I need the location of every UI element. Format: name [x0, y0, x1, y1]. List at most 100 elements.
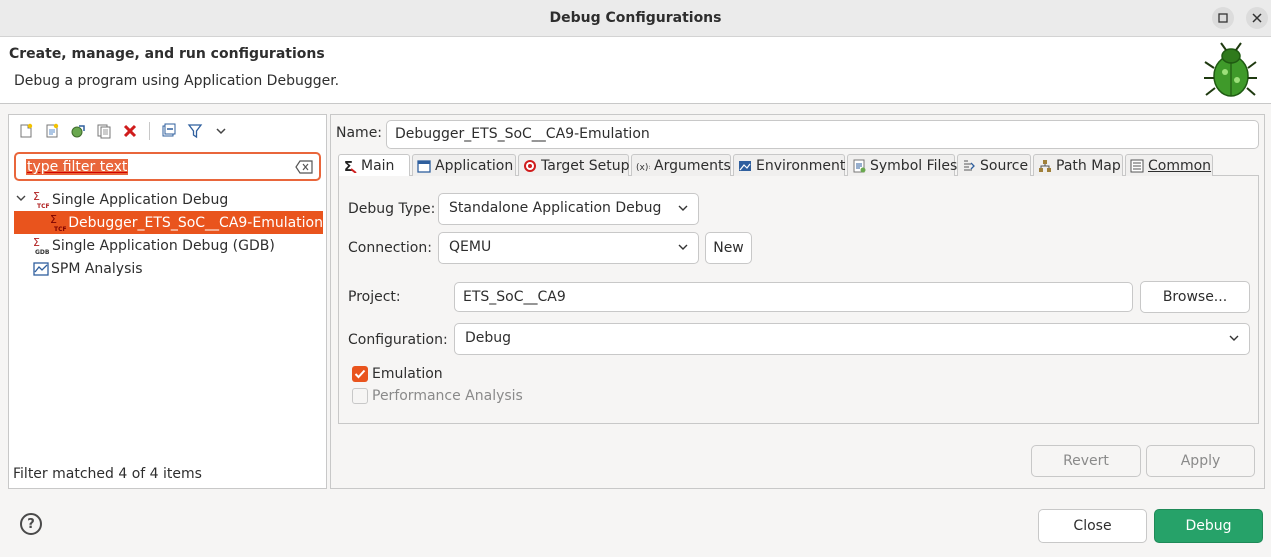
tcf-icon: Σ TCF: [50, 214, 66, 232]
tree-item-label: Debugger_ETS_SoC__CA9-Emulation: [68, 214, 323, 231]
svg-text:Σ: Σ: [344, 160, 353, 173]
name-label: Name:: [336, 125, 383, 141]
connection-select[interactable]: QEMU: [438, 232, 699, 264]
emulation-checkbox[interactable]: [352, 366, 368, 382]
arguments-icon: (x)=: [636, 159, 650, 173]
tree-item-single-application-debug[interactable]: Σ TCF Single Application Debug: [14, 188, 323, 211]
connection-value: QEMU: [449, 239, 492, 255]
new-file-icon: [20, 123, 33, 138]
configuration-label: Configuration:: [348, 332, 448, 348]
apply-button[interactable]: Apply: [1146, 445, 1255, 477]
help-button[interactable]: ?: [20, 513, 42, 535]
common-icon: [1130, 159, 1144, 173]
tab-label: Main: [361, 158, 395, 174]
configuration-tree: Σ TCF Single Application Debug Σ TCF Deb…: [14, 188, 323, 280]
tab-common[interactable]: Common: [1125, 154, 1213, 176]
new-prototype-button[interactable]: [43, 122, 61, 140]
tree-item-spm-analysis[interactable]: SPM Analysis: [14, 257, 323, 280]
tab-source[interactable]: Source: [957, 154, 1031, 176]
target-icon: [523, 159, 537, 173]
tab-main[interactable]: Σ Main: [338, 154, 410, 177]
emulation-label: Emulation: [372, 366, 443, 382]
project-field[interactable]: ETS_SoC__CA9: [454, 282, 1133, 312]
collapse-all-button[interactable]: [160, 122, 178, 140]
debug-type-select[interactable]: Standalone Application Debug: [438, 193, 699, 225]
svg-text:(x)=: (x)=: [636, 163, 650, 173]
main-icon: Σ: [343, 159, 357, 173]
environment-icon: [738, 159, 752, 173]
svg-text:Σ: Σ: [33, 191, 40, 203]
debug-bug-icon: [1204, 42, 1257, 97]
svg-text:Σ: Σ: [50, 214, 57, 226]
header-subtitle: Debug a program using Application Debugg…: [14, 73, 340, 89]
delete-button[interactable]: [121, 122, 139, 140]
checkmark-icon: [354, 369, 366, 379]
tab-label: Application: [435, 157, 514, 174]
filter-icon: [187, 124, 203, 139]
view-menu-button[interactable]: [212, 122, 230, 140]
debug-button[interactable]: Debug: [1154, 509, 1263, 543]
tab-application[interactable]: Application: [412, 154, 516, 176]
tree-toolbar: [17, 119, 230, 143]
new-connection-button[interactable]: New: [705, 232, 752, 264]
tab-path-map[interactable]: Path Map: [1033, 154, 1123, 176]
tab-label: Common: [1148, 157, 1212, 174]
title-bar: Debug Configurations: [0, 0, 1271, 37]
tab-label: Environment: [756, 157, 846, 174]
tab-arguments[interactable]: (x)= Arguments: [631, 154, 731, 176]
tab-target-setup[interactable]: Target Setup: [518, 154, 630, 176]
filter-button[interactable]: [186, 122, 204, 140]
tab-symbol-files[interactable]: Symbol Files: [847, 154, 958, 176]
name-field[interactable]: Debugger_ETS_SoC__CA9-Emulation: [386, 120, 1259, 149]
tree-item-label: Single Application Debug (GDB): [52, 237, 275, 254]
filter-input[interactable]: type filter text: [14, 152, 321, 181]
tree-item-debugger-config[interactable]: Σ TCF Debugger_ETS_SoC__CA9-Emulation: [14, 211, 323, 234]
tab-label: Arguments: [654, 157, 731, 174]
svg-text:TCF: TCF: [37, 203, 50, 209]
delete-icon: [123, 124, 137, 138]
tree-item-label: Single Application Debug: [52, 191, 229, 208]
main-tab-content: Debug Type: Standalone Application Debug…: [338, 176, 1259, 424]
export-configuration-button[interactable]: [69, 122, 87, 140]
performance-analysis-checkbox[interactable]: [352, 388, 368, 404]
dialog-header: Create, manage, and run configurations D…: [0, 37, 1271, 104]
chevron-down-icon: [216, 128, 226, 135]
configuration-editor-panel: Name: Debugger_ETS_SoC__CA9-Emulation Σ …: [330, 114, 1265, 489]
close-button[interactable]: Close: [1038, 509, 1147, 543]
export-icon: [71, 125, 85, 138]
tree-item-label: SPM Analysis: [51, 260, 143, 277]
window-title: Debug Configurations: [549, 10, 722, 26]
tab-label: Target Setup: [541, 157, 630, 174]
window-icon: [417, 159, 431, 173]
path-map-icon: [1038, 159, 1052, 173]
clear-filter-icon[interactable]: [295, 160, 313, 174]
source-icon: [962, 159, 976, 173]
duplicate-icon: [97, 124, 111, 139]
header-title: Create, manage, and run configurations: [9, 46, 325, 62]
maximize-button[interactable]: [1212, 7, 1234, 29]
collapse-all-icon: [162, 123, 176, 137]
browse-button[interactable]: Browse...: [1140, 281, 1250, 313]
svg-text:TCF: TCF: [54, 226, 66, 232]
tab-environment[interactable]: Environment: [733, 154, 845, 176]
gdb-icon: Σ GDB: [33, 237, 50, 255]
close-window-button[interactable]: [1246, 7, 1268, 29]
project-label: Project:: [348, 289, 401, 305]
filter-status-text: Filter matched 4 of 4 items: [13, 466, 202, 482]
tree-item-single-application-debug-gdb[interactable]: Σ GDB Single Application Debug (GDB): [14, 234, 323, 257]
help-icon: ?: [27, 516, 35, 532]
chevron-down-icon[interactable]: [14, 193, 28, 206]
new-prototype-icon: [46, 123, 59, 138]
svg-text:Σ: Σ: [33, 237, 40, 249]
toolbar-separator: [149, 122, 150, 140]
tab-label: Symbol Files: [870, 157, 958, 174]
revert-button[interactable]: Revert: [1031, 445, 1141, 477]
configuration-select[interactable]: Debug: [454, 323, 1250, 355]
close-icon: [1252, 13, 1262, 23]
new-configuration-button[interactable]: [17, 122, 35, 140]
configuration-value: Debug: [465, 330, 512, 346]
tab-bar: Σ Main Application Target Setup (x)= Arg…: [338, 154, 1259, 177]
chevron-down-icon: [678, 205, 688, 211]
duplicate-button[interactable]: [95, 122, 113, 140]
symbol-files-icon: [852, 159, 866, 173]
